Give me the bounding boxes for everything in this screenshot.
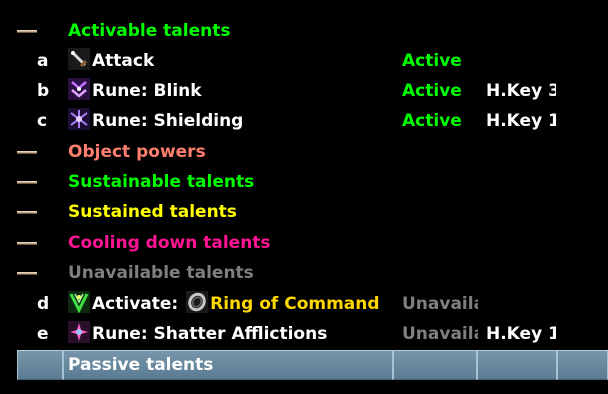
talent-status: Active	[402, 51, 462, 71]
section-label: Sustained talents	[68, 202, 237, 222]
section-passive-selected[interactable]: Passive talents	[17, 350, 608, 380]
activate-icon	[68, 291, 90, 313]
talent-name-container: Rune: Shielding	[68, 106, 243, 136]
talent-hotkey: H.Key 12	[486, 111, 556, 131]
talent-key: b	[37, 81, 50, 101]
section-sustainable[interactable]: Sustainable talents	[0, 167, 608, 197]
talent-name: Attack	[92, 51, 155, 71]
selection-cell	[393, 350, 477, 380]
talent-key: d	[37, 294, 50, 314]
section-cooling-down[interactable]: Cooling down talents	[0, 228, 608, 258]
collapse-dash-icon[interactable]	[17, 181, 37, 184]
ring-icon	[186, 291, 209, 313]
talent-name: Rune: Shielding	[92, 111, 244, 131]
talent-row-rune-shatter-afflictions[interactable]: e Rune: Shatter Afflictions Unavailable …	[0, 319, 608, 349]
collapse-dash-icon[interactable]	[17, 30, 37, 33]
collapse-dash-icon[interactable]	[17, 151, 37, 154]
talent-name-container: Attack	[68, 46, 154, 76]
talent-row-activate-ring[interactable]: d Activate: Ring of Command Unavailable	[0, 289, 608, 319]
talent-row-rune-blink[interactable]: b Rune: Blink Active H.Key 35	[0, 76, 608, 106]
section-label: Activable talents	[68, 21, 231, 41]
selection-cell	[17, 350, 63, 380]
talent-key: e	[37, 324, 49, 344]
talent-name-container: Rune: Shatter Afflictions	[68, 319, 327, 349]
talent-name: Activate:	[92, 294, 185, 314]
talent-hotkey: H.Key 35	[486, 81, 556, 101]
section-label: Passive talents	[68, 355, 214, 375]
talent-key: a	[37, 51, 49, 71]
talent-hotkey: H.Key 13	[486, 324, 556, 344]
section-label: Cooling down talents	[68, 233, 271, 253]
talent-name-container: Activate: Ring of Command	[68, 289, 380, 319]
talent-key: c	[37, 111, 48, 131]
selection-cell	[557, 350, 608, 380]
talent-row-rune-shielding[interactable]: c Rune: Shielding Active H.Key 12	[0, 106, 608, 136]
selection-cell	[477, 350, 557, 380]
talent-status: Active	[402, 111, 462, 131]
section-activable[interactable]: Activable talents	[0, 16, 608, 46]
talent-name: Rune: Blink	[92, 81, 202, 101]
section-label: Unavailable talents	[68, 263, 254, 283]
section-label: Sustainable talents	[68, 172, 255, 192]
talent-row-attack[interactable]: a Attack Active	[0, 46, 608, 76]
collapse-dash-icon[interactable]	[17, 272, 37, 275]
talent-status: Active	[402, 81, 462, 101]
shielding-rune-icon	[68, 108, 90, 130]
sword-icon	[68, 48, 90, 70]
blink-rune-icon	[68, 78, 90, 100]
talent-status: Unavailable	[402, 324, 478, 344]
section-unavailable[interactable]: Unavailable talents	[0, 258, 608, 288]
talent-name: Rune: Shatter Afflictions	[92, 324, 328, 344]
item-name: Ring of Command	[210, 294, 380, 314]
collapse-dash-icon[interactable]	[17, 211, 37, 214]
section-sustained[interactable]: Sustained talents	[0, 197, 608, 227]
talent-name-container: Rune: Blink	[68, 76, 202, 106]
section-object-powers[interactable]: Object powers	[0, 137, 608, 167]
talent-status: Unavailable	[402, 294, 478, 314]
collapse-dash-icon[interactable]	[17, 242, 37, 245]
shatter-rune-icon	[68, 321, 90, 343]
section-label: Object powers	[68, 142, 206, 162]
